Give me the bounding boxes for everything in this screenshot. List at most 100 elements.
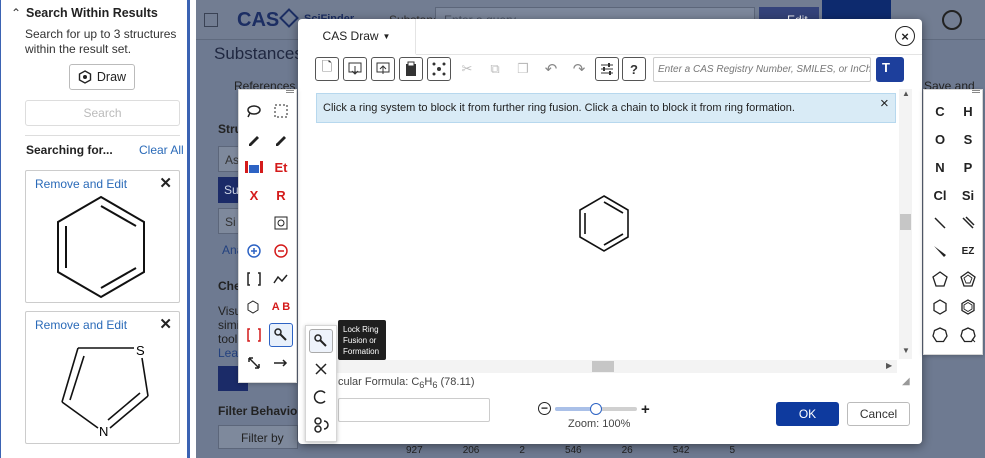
- sulfur-atom-label: S: [136, 343, 145, 358]
- flip-icon[interactable]: ✂: [455, 57, 479, 81]
- undo-icon[interactable]: ↶: [539, 57, 563, 81]
- search-button[interactable]: Search: [25, 100, 180, 126]
- resize-handle-icon[interactable]: ◢: [902, 376, 910, 387]
- name-input[interactable]: [338, 398, 490, 422]
- text-to-structure-button[interactable]: T: [876, 57, 904, 82]
- clean-structure-icon[interactable]: [427, 57, 451, 81]
- substitution-locant-icon[interactable]: [309, 413, 333, 437]
- palette-grip-icon[interactable]: [286, 90, 294, 93]
- import-icon[interactable]: [343, 57, 367, 81]
- close-icon[interactable]: ✕: [159, 315, 172, 333]
- nitrogen-atom-button[interactable]: N: [928, 155, 952, 179]
- cas-logo: CAS: [237, 9, 280, 31]
- zoom-in-icon[interactable]: +: [641, 401, 650, 418]
- single-bond-icon[interactable]: [928, 211, 952, 235]
- lasso-select-icon[interactable]: [242, 99, 266, 123]
- remove-and-edit-link[interactable]: Remove and Edit: [35, 177, 127, 191]
- resize-arrows-icon[interactable]: [242, 351, 266, 375]
- cyclopentane-icon[interactable]: [928, 267, 952, 291]
- clipboard-icon[interactable]: [399, 57, 423, 81]
- positive-charge-icon[interactable]: [242, 239, 266, 263]
- vertical-scroll-thumb[interactable]: [900, 214, 911, 230]
- palette-grip-icon[interactable]: [972, 90, 980, 93]
- atom-bond-properties-button[interactable]: A B: [269, 295, 293, 319]
- repeating-group-icon[interactable]: [242, 267, 266, 291]
- chain-icon[interactable]: [269, 267, 293, 291]
- zoom-out-icon[interactable]: −: [538, 402, 551, 415]
- divider: [25, 135, 180, 136]
- info-close-icon[interactable]: ×: [880, 95, 889, 112]
- benzene-structure: [57, 195, 145, 299]
- pencil-icon[interactable]: [242, 127, 266, 151]
- canvas-benzene-structure[interactable]: [575, 193, 633, 253]
- settings-sliders-icon[interactable]: [595, 57, 619, 81]
- new-document-icon[interactable]: 🗋: [315, 57, 339, 81]
- cancel-button[interactable]: Cancel: [847, 402, 910, 426]
- periodic-table-icon[interactable]: [242, 155, 266, 179]
- similar-text: simi: [218, 318, 240, 332]
- ez-stereo-button[interactable]: EZ: [956, 239, 980, 263]
- oxygen-atom-button[interactable]: O: [928, 127, 952, 151]
- paste-icon[interactable]: ❐: [511, 57, 535, 81]
- formula-h-count: 6: [432, 380, 438, 391]
- cyclohexane-icon[interactable]: [928, 295, 952, 319]
- r-group-button[interactable]: R: [269, 183, 293, 207]
- carbon-atom-button[interactable]: C: [928, 99, 952, 123]
- ring-size-icon[interactable]: [242, 295, 266, 319]
- ok-button[interactable]: OK: [776, 402, 839, 426]
- menu-icon: [204, 13, 218, 27]
- filter-by-select: Filter by: [218, 425, 298, 449]
- formula-mass: (78.11): [440, 376, 475, 388]
- phosphorus-atom-button[interactable]: P: [956, 155, 980, 179]
- substances-title: Substances: [214, 44, 303, 63]
- collapse-chevron-icon[interactable]: ⌃: [11, 6, 21, 20]
- count-value: 546: [564, 445, 582, 456]
- lock-ring-fusion-tool[interactable]: [269, 323, 293, 347]
- panel-header[interactable]: Search Within Results: [26, 6, 158, 20]
- redo-icon[interactable]: ↷: [567, 57, 591, 81]
- unlock-icon[interactable]: [309, 357, 333, 381]
- scroll-down-icon[interactable]: ▼: [902, 346, 910, 355]
- zoom-slider-fill: [555, 407, 595, 411]
- benzene-ring-icon[interactable]: [956, 295, 980, 319]
- wedge-bond-icon[interactable]: [928, 239, 952, 263]
- double-bond-icon[interactable]: [956, 211, 980, 235]
- ethyl-group-button[interactable]: Et: [269, 155, 293, 179]
- hydrogen-atom-button[interactable]: H: [956, 99, 980, 123]
- draw-button[interactable]: Draw: [69, 64, 135, 90]
- thiazole-structure: S N: [61, 343, 149, 439]
- ring-template-icon[interactable]: [269, 211, 293, 235]
- chlorine-atom-button[interactable]: Cl: [928, 183, 952, 207]
- lock-ring-fusion-icon[interactable]: [309, 329, 333, 353]
- filter-behavior-label: Filter Behavior: [218, 404, 303, 418]
- variable-x-button[interactable]: X: [242, 183, 266, 207]
- export-icon[interactable]: [371, 57, 395, 81]
- negative-charge-icon[interactable]: [269, 239, 293, 263]
- zoom-slider-handle[interactable]: [590, 403, 602, 415]
- horizontal-scroll-thumb[interactable]: [592, 361, 614, 372]
- scroll-up-icon[interactable]: ▲: [902, 89, 910, 98]
- clear-all-link[interactable]: Clear All: [139, 143, 184, 157]
- cas-rn-smiles-input[interactable]: Enter a CAS Registry Number, SMILES, or …: [653, 57, 871, 82]
- ring-template-more-icon[interactable]: [956, 323, 980, 347]
- sulfur-atom-button[interactable]: S: [956, 127, 980, 151]
- remove-and-edit-link[interactable]: Remove and Edit: [35, 318, 127, 332]
- scroll-right-icon[interactable]: ▶: [886, 361, 892, 370]
- help-icon[interactable]: ?: [622, 57, 646, 81]
- lock-ring-tooltip: Lock Ring Fusion or Formation: [338, 320, 386, 360]
- reaction-arrow-icon[interactable]: [269, 351, 293, 375]
- nitrogen-atom-label: N: [99, 424, 108, 439]
- copy-icon[interactable]: ⧉: [483, 57, 507, 81]
- silicon-atom-button[interactable]: Si: [956, 183, 980, 207]
- close-icon[interactable]: ✕: [159, 174, 172, 192]
- count-value: 5: [729, 445, 735, 456]
- ring-closure-icon[interactable]: [309, 385, 333, 409]
- marquee-select-icon[interactable]: [269, 99, 293, 123]
- eraser-icon[interactable]: [269, 127, 293, 151]
- dialog-close-button[interactable]: ×: [895, 26, 915, 46]
- bracket-charge-icon[interactable]: [242, 323, 266, 347]
- cas-draw-menu[interactable]: CAS Draw ▼: [298, 19, 416, 55]
- tooltip-line: Lock Ring: [343, 325, 379, 334]
- cycloheptane-icon[interactable]: [928, 323, 952, 347]
- cyclopentadiene-icon[interactable]: [956, 267, 980, 291]
